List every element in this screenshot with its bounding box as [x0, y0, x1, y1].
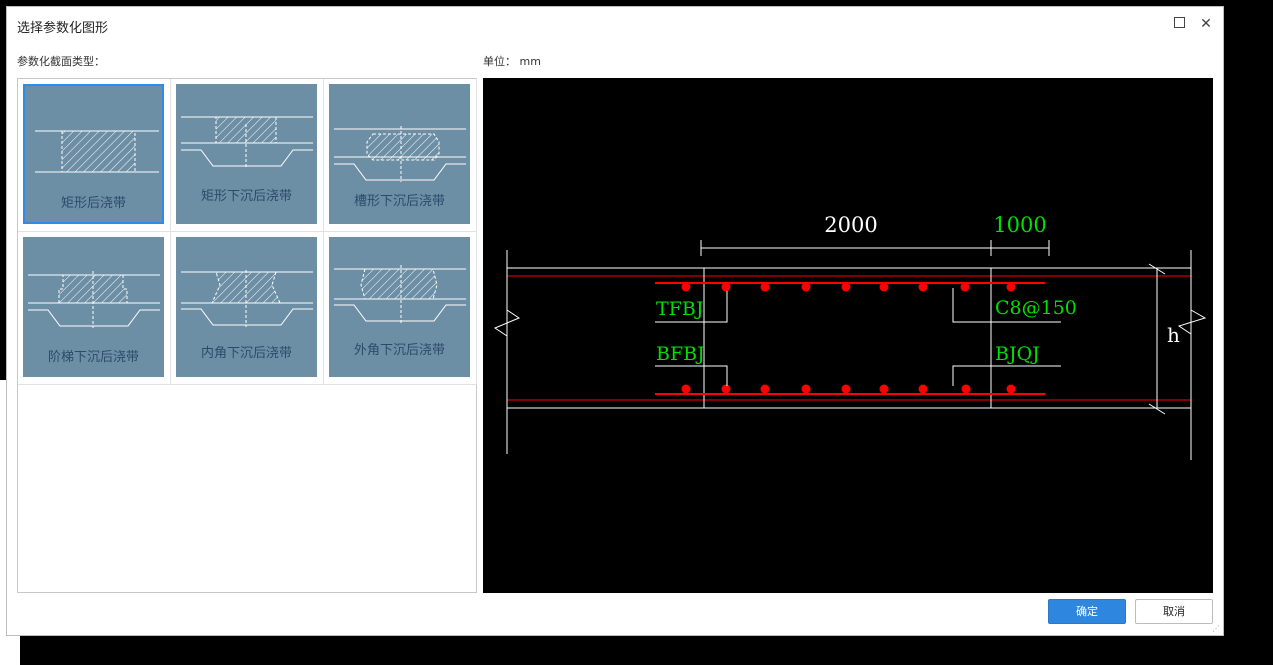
thumb-caption: 矩形下沉后浇带 [200, 189, 292, 204]
thumb-caption: 矩形后浇带 [60, 196, 126, 211]
thumb-step-sunken-post-pour[interactable]: 阶梯下沉后浇带 [18, 232, 171, 385]
label-bfbj: BFBJ [656, 343, 705, 365]
thumb-inner-corner-sunken-post-pour[interactable]: 内角下沉后浇带 [171, 232, 324, 385]
unit-label: 单位： mm [483, 55, 541, 68]
label-c8-150: C8@150 [995, 297, 1077, 319]
resize-grip-icon[interactable]: ⋰ [1212, 624, 1222, 634]
maximize-icon [1173, 17, 1185, 28]
shape-preview-canvas: 2000 1000 h TFBJ BFBJ C8@150 BJQJ [483, 78, 1213, 593]
thumb-caption: 外角下沉后浇带 [353, 343, 445, 358]
close-button[interactable]: ✕ [1197, 15, 1215, 33]
bottom-rebar-dots [681, 384, 1016, 394]
thumb-rect-sunken-post-pour[interactable]: 矩形下沉后浇带 [171, 79, 324, 232]
thumb-caption: 槽形下沉后浇带 [353, 194, 445, 209]
thumbnail-grid: 矩形后浇带 矩形下沉后浇带 槽形下沉后浇带 阶梯下沉后浇带 内角下沉后浇带 外角… [17, 78, 477, 593]
close-icon: ✕ [1200, 16, 1212, 32]
label-tfbj: TFBJ [656, 298, 703, 320]
thumb-caption: 阶梯下沉后浇带 [47, 350, 139, 365]
thumb-caption: 内角下沉后浇带 [200, 346, 292, 361]
background-cad-area [1224, 0, 1273, 665]
ok-button[interactable]: 确定 [1048, 599, 1126, 624]
label-bjqj: BJQJ [995, 343, 1040, 365]
thumb-outer-corner-sunken-post-pour[interactable]: 外角下沉后浇带 [324, 232, 477, 385]
cancel-button[interactable]: 取消 [1135, 599, 1213, 624]
thumb-channel-sunken-post-pour[interactable]: 槽形下沉后浇带 [324, 79, 477, 232]
preview-drawing: 2000 1000 h TFBJ BFBJ C8@150 BJQJ [493, 213, 1207, 460]
label-h: h [1167, 323, 1180, 347]
dialog-title: 选择参数化图形 [17, 21, 109, 36]
dimension-main: 2000 [824, 213, 877, 237]
thumb-rect-post-pour[interactable]: 矩形后浇带 [18, 79, 171, 232]
section-type-label: 参数化截面类型： [17, 55, 105, 68]
dimension-side: 1000 [993, 213, 1046, 237]
maximize-button[interactable] [1170, 15, 1188, 33]
select-parametric-shape-dialog: 选择参数化图形 ✕ 参数化截面类型： 单位： mm 矩形后浇带 矩形下沉后浇带 … [6, 6, 1224, 636]
background-cad-bottom [0, 636, 1224, 665]
